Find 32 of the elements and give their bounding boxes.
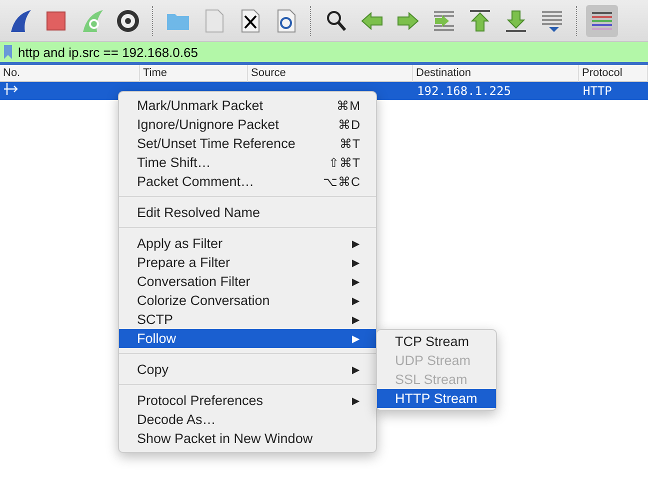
bookmark-icon bbox=[4, 45, 12, 59]
toolbar-button[interactable] bbox=[586, 4, 618, 36]
menu-item[interactable]: HTTP Stream bbox=[377, 389, 496, 408]
related-packet-icon bbox=[4, 83, 18, 95]
menu-item[interactable]: Apply as Filter ▶ bbox=[119, 234, 376, 253]
menu-item[interactable]: Edit Resolved Name bbox=[119, 203, 376, 222]
table-cell-text: HTTP bbox=[582, 83, 613, 100]
up-arrow-icon bbox=[467, 8, 493, 34]
menu-item[interactable]: Ignore/Unignore Packet ⌘D bbox=[119, 115, 376, 134]
menu-item[interactable]: Conversation Filter ▶ bbox=[119, 272, 376, 291]
menu-item[interactable]: Prepare a Filter ▶ bbox=[119, 253, 376, 272]
menu-item[interactable]: TCP Stream bbox=[377, 332, 496, 351]
menu-item[interactable]: Show Packet in New Window bbox=[119, 429, 376, 448]
column-header[interactable]: Destination bbox=[413, 65, 579, 82]
menu-item[interactable]: Time Shift… ⇧⌘T bbox=[119, 153, 376, 172]
menu-item[interactable]: Set/Unset Time Reference ⌘T bbox=[119, 134, 376, 153]
menu-item[interactable]: SCTP ▶ bbox=[119, 310, 376, 329]
menu-item[interactable]: Copy ▶ bbox=[119, 360, 376, 379]
filter-field[interactable]: http and ip.src == 192.168.0.65 bbox=[18, 42, 648, 62]
menu-item[interactable]: Decode As… bbox=[119, 410, 376, 429]
column-header[interactable]: Time bbox=[140, 65, 248, 82]
column-header[interactable]: Protocol bbox=[579, 65, 648, 82]
menu-item[interactable]: Follow ▶ bbox=[119, 329, 376, 348]
menu-item[interactable]: Protocol Preferences ▶ bbox=[119, 391, 376, 410]
column-header[interactable]: No. bbox=[0, 65, 140, 82]
settings-icon bbox=[115, 8, 141, 34]
down-arrow-icon bbox=[503, 8, 529, 34]
menu-item[interactable]: Mark/Unmark Packet ⌘M bbox=[119, 96, 376, 115]
column-header[interactable]: Source bbox=[248, 65, 413, 82]
table-cell-text: 192.168.1.225 bbox=[416, 83, 512, 100]
menu-item[interactable]: Packet Comment… ⌥⌘C bbox=[119, 172, 376, 191]
menu-item[interactable]: Colorize Conversation ▶ bbox=[119, 291, 376, 310]
